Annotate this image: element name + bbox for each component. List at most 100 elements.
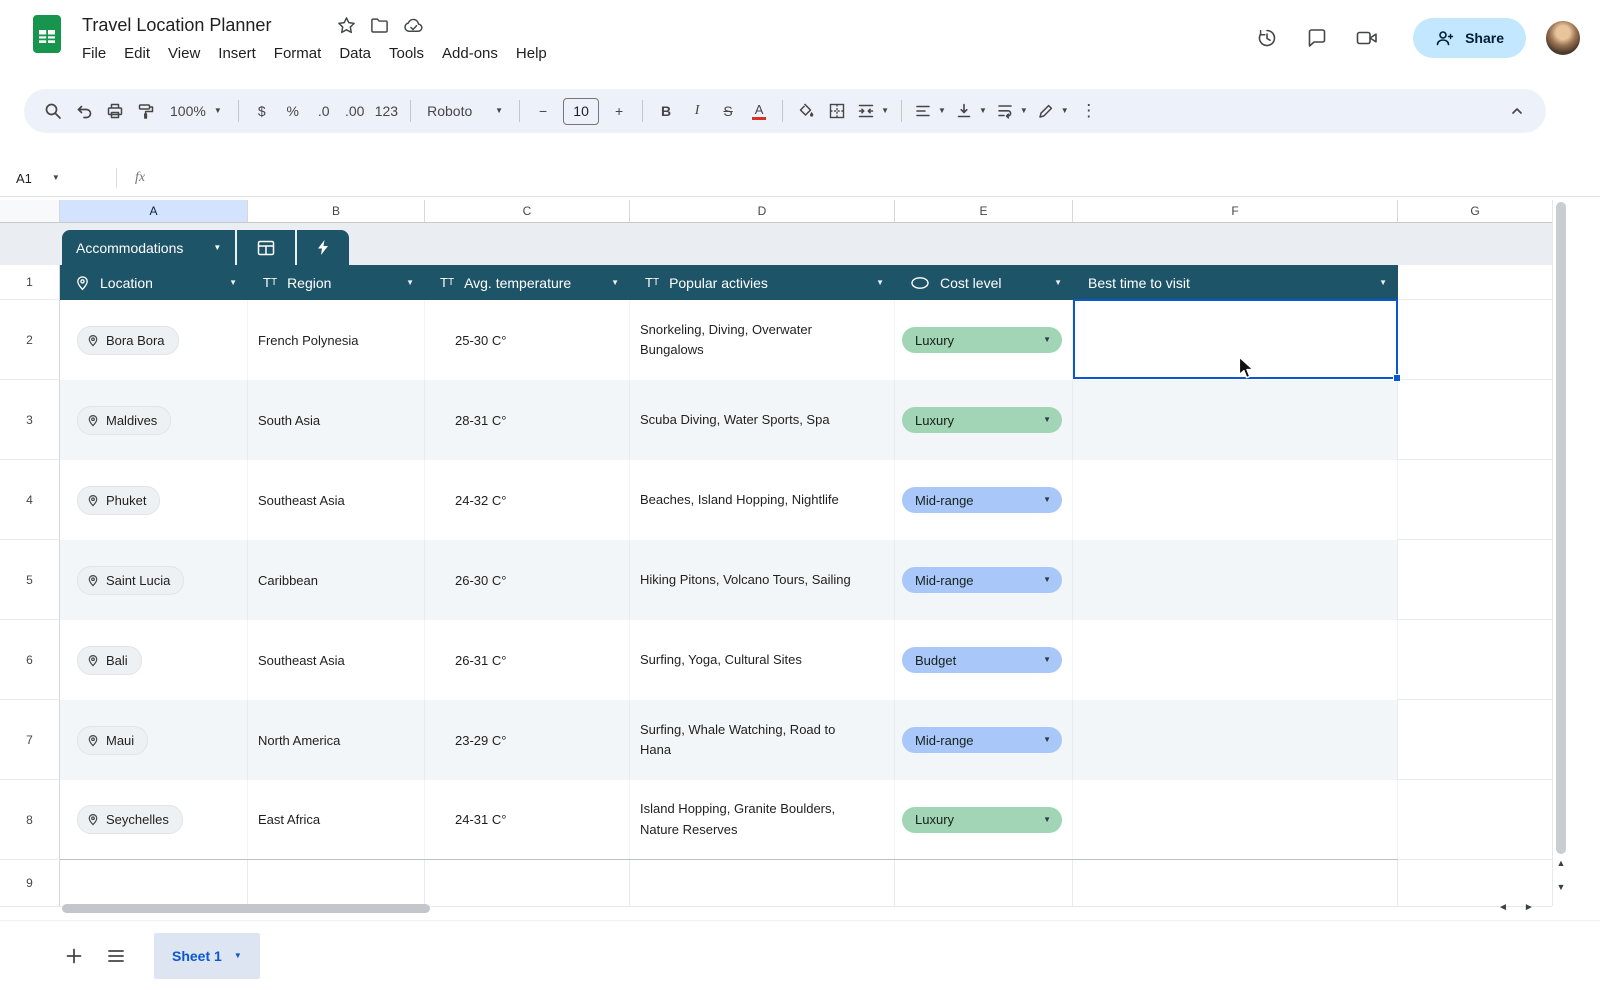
cell-c9[interactable] bbox=[425, 860, 630, 907]
cell-best-time[interactable] bbox=[1073, 300, 1398, 380]
location-chip[interactable]: Maldives bbox=[77, 406, 171, 435]
cell-g6[interactable] bbox=[1398, 620, 1552, 700]
cell-temperature[interactable]: 28-31 C° bbox=[425, 380, 630, 460]
cell-region[interactable]: French Polynesia bbox=[248, 300, 425, 380]
cell-temperature[interactable]: 23-29 C° bbox=[425, 700, 630, 780]
cost-level-dropdown[interactable]: Luxury▼ bbox=[902, 327, 1062, 353]
cell-best-time[interactable] bbox=[1073, 780, 1398, 859]
cell-cost-level[interactable]: Mid-range▼ bbox=[895, 700, 1073, 780]
location-chip[interactable]: Saint Lucia bbox=[77, 566, 184, 595]
scroll-down-arrow[interactable]: ▼ bbox=[1557, 882, 1566, 892]
cell-cost-level[interactable]: Mid-range▼ bbox=[895, 540, 1073, 620]
row-header-9[interactable]: 9 bbox=[0, 860, 60, 907]
table-header-popular-activities[interactable]: TT Popular activies ▼ bbox=[630, 265, 895, 300]
cell-cost-level[interactable]: Luxury▼ bbox=[895, 780, 1073, 859]
cost-level-dropdown[interactable]: Mid-range▼ bbox=[902, 487, 1062, 513]
cell-g3[interactable] bbox=[1398, 380, 1552, 460]
vertical-align-button[interactable]: ▼ bbox=[951, 96, 991, 126]
cell-temperature[interactable]: 24-32 C° bbox=[425, 460, 630, 540]
scroll-left-arrow[interactable]: ◄ bbox=[1498, 902, 1508, 913]
font-select[interactable]: Roboto▼ bbox=[419, 96, 511, 126]
move-folder-icon[interactable] bbox=[370, 16, 389, 35]
cost-level-dropdown[interactable]: Mid-range▼ bbox=[902, 567, 1062, 593]
cell-activities[interactable]: Snorkeling, Diving, Overwater Bungalows bbox=[630, 300, 895, 380]
cell-best-time[interactable] bbox=[1073, 460, 1398, 540]
cell-region[interactable]: Southeast Asia bbox=[248, 460, 425, 540]
meet-button[interactable] bbox=[1347, 18, 1387, 58]
location-chip[interactable]: Maui bbox=[77, 726, 148, 755]
menu-tools[interactable]: Tools bbox=[380, 42, 433, 65]
cell-region[interactable]: Southeast Asia bbox=[248, 620, 425, 700]
cloud-saved-icon[interactable] bbox=[403, 16, 424, 35]
cell-region[interactable]: East Africa bbox=[248, 780, 425, 859]
bold-button[interactable]: B bbox=[651, 96, 681, 126]
version-history-button[interactable] bbox=[1247, 18, 1287, 58]
table-header-location[interactable]: Location ▼ bbox=[60, 265, 248, 300]
collapse-toolbar-button[interactable] bbox=[1502, 96, 1532, 126]
text-color-button[interactable]: A bbox=[744, 96, 774, 126]
cell-location[interactable]: Phuket bbox=[60, 460, 248, 540]
cell-best-time[interactable] bbox=[1073, 620, 1398, 700]
cell-best-time[interactable] bbox=[1073, 380, 1398, 460]
cell-a9[interactable] bbox=[60, 860, 248, 907]
row-header-7[interactable]: 7 bbox=[0, 700, 60, 780]
column-header-a[interactable]: A bbox=[60, 200, 248, 222]
row-header-1[interactable]: 1 bbox=[0, 265, 60, 300]
grid-corner[interactable] bbox=[0, 200, 60, 222]
cell-temperature[interactable]: 26-30 C° bbox=[425, 540, 630, 620]
location-chip[interactable]: Bali bbox=[77, 646, 142, 675]
number-format-button[interactable]: 123 bbox=[371, 96, 402, 126]
menu-data[interactable]: Data bbox=[330, 42, 380, 65]
cost-level-dropdown[interactable]: Luxury▼ bbox=[902, 407, 1062, 433]
location-chip[interactable]: Bora Bora bbox=[77, 326, 179, 355]
italic-button[interactable]: I bbox=[682, 96, 712, 126]
cell-cost-level[interactable]: Budget▼ bbox=[895, 620, 1073, 700]
cell-location[interactable]: Bora Bora bbox=[60, 300, 248, 380]
decrease-decimal-button[interactable]: .0 bbox=[309, 96, 339, 126]
cell-location[interactable]: Bali bbox=[60, 620, 248, 700]
menu-add-ons[interactable]: Add-ons bbox=[433, 42, 507, 65]
paint-format-button[interactable] bbox=[131, 96, 161, 126]
row-header-4[interactable]: 4 bbox=[0, 460, 60, 540]
horizontal-align-button[interactable]: ▼ bbox=[910, 96, 950, 126]
cell-g7[interactable] bbox=[1398, 700, 1552, 780]
cell-location[interactable]: Maldives bbox=[60, 380, 248, 460]
row-header-5[interactable]: 5 bbox=[0, 540, 60, 620]
cell-temperature[interactable]: 24-31 C° bbox=[425, 780, 630, 859]
cell-activities[interactable]: Surfing, Yoga, Cultural Sites bbox=[630, 620, 895, 700]
cell-cost-level[interactable]: Luxury▼ bbox=[895, 380, 1073, 460]
print-button[interactable] bbox=[100, 96, 130, 126]
cell-g8[interactable] bbox=[1398, 780, 1552, 860]
strikethrough-button[interactable]: S bbox=[713, 96, 743, 126]
sheet-tab-active[interactable]: Sheet 1 ▼ bbox=[154, 933, 260, 979]
zoom-select[interactable]: 100%▼ bbox=[162, 96, 230, 126]
merge-cells-button[interactable]: ▼ bbox=[853, 96, 893, 126]
vertical-scrollbar-thumb[interactable] bbox=[1556, 202, 1566, 854]
increase-font-size-button[interactable]: + bbox=[604, 96, 634, 126]
cell-g5[interactable] bbox=[1398, 540, 1552, 620]
cell-g4[interactable] bbox=[1398, 460, 1552, 540]
cell-g2[interactable] bbox=[1398, 300, 1552, 380]
edit-pen-button[interactable]: ▼ bbox=[1033, 96, 1073, 126]
cell-temperature[interactable]: 25-30 C° bbox=[425, 300, 630, 380]
cell-g9[interactable] bbox=[1398, 860, 1552, 907]
cell-activities[interactable]: Scuba Diving, Water Sports, Spa bbox=[630, 380, 895, 460]
cost-level-dropdown[interactable]: Mid-range▼ bbox=[902, 727, 1062, 753]
cell-activities[interactable]: Surfing, Whale Watching, Road to Hana bbox=[630, 700, 895, 780]
avatar[interactable] bbox=[1544, 19, 1582, 57]
search-menus-button[interactable] bbox=[38, 96, 68, 126]
sheets-logo[interactable] bbox=[28, 14, 66, 54]
cost-level-dropdown[interactable]: Budget▼ bbox=[902, 647, 1062, 673]
cell-b9[interactable] bbox=[248, 860, 425, 907]
more-options-button[interactable]: ⋮ bbox=[1074, 96, 1104, 126]
vertical-scrollbar[interactable]: ▲ ▼ bbox=[1552, 200, 1568, 906]
cell-cost-level[interactable]: Luxury▼ bbox=[895, 300, 1073, 380]
menu-view[interactable]: View bbox=[159, 42, 209, 65]
cell-activities[interactable]: Hiking Pitons, Volcano Tours, Sailing bbox=[630, 540, 895, 620]
document-title[interactable]: Travel Location Planner bbox=[82, 15, 271, 36]
cell-best-time[interactable] bbox=[1073, 540, 1398, 620]
borders-button[interactable] bbox=[822, 96, 852, 126]
row-header-8[interactable]: 8 bbox=[0, 780, 60, 860]
table-header-avg-temperature[interactable]: TT Avg. temperature ▼ bbox=[425, 265, 630, 300]
column-header-d[interactable]: D bbox=[630, 200, 895, 222]
